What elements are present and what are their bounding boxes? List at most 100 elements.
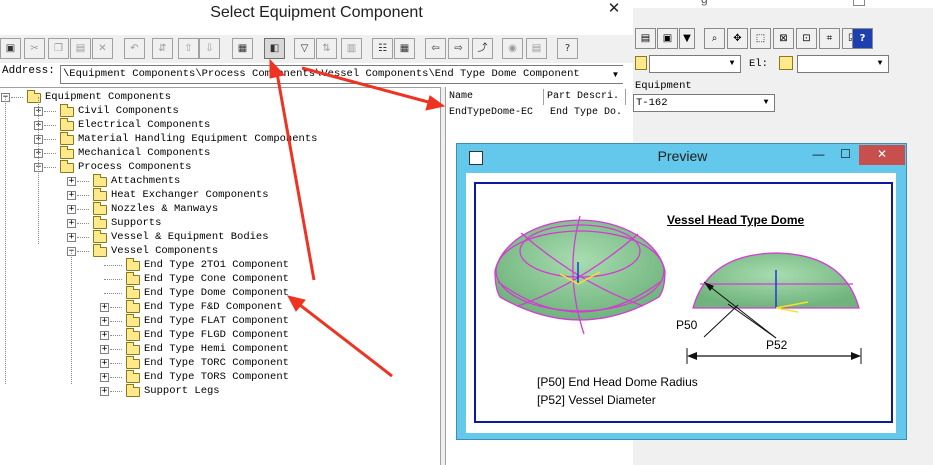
tree-item[interactable]: + End Type FLAT Component [0,314,440,328]
restore-icon[interactable] [853,0,865,6]
up-icon[interactable]: ⇧ [178,38,199,59]
chevron-down-icon[interactable]: ▼ [724,56,740,72]
tree-connector [110,307,122,308]
catalog-icon[interactable]: ◉ [502,38,523,59]
tree-item-label: End Type FLAT Component [144,315,289,327]
tree-item[interactable]: + Nozzles & Manways [0,202,440,216]
down-icon[interactable]: ⇩ [199,38,220,59]
tree-item[interactable]: + Vessel & Equipment Bodies [0,230,440,244]
folder-icon [126,258,140,271]
zoom-window-icon[interactable]: ⬚ [750,28,771,49]
chevron-down-icon[interactable]: ▼ [679,28,695,49]
notes-icon[interactable]: ▥ [341,38,362,59]
tree-item[interactable]: + Supports [0,216,440,230]
zoom-extents-icon[interactable]: ⊠ [773,28,794,49]
tree-item[interactable]: + Mechanical Components [0,146,440,160]
tree-item[interactable]: + Support Legs [0,384,440,398]
tree-item[interactable]: + Heat Exchanger Components [0,188,440,202]
address-field[interactable]: \Equipment Components\Process Components… [60,65,623,84]
expand-icon[interactable]: + [67,205,76,214]
chevron-down-icon[interactable]: ▼ [608,66,623,83]
tree-item[interactable]: − Vessel Components [0,244,440,258]
lock-icon[interactable] [779,56,793,70]
save-icon[interactable]: ▣ [0,38,21,59]
expand-icon[interactable]: + [67,177,76,186]
dialog-titlebar[interactable]: Select Equipment Component ✕ [0,0,633,30]
view-icon[interactable]: ▤ [635,28,656,49]
maximize-icon[interactable]: ☐ [832,145,859,165]
folder-icon [126,272,140,285]
column-header-name[interactable]: Name [446,89,544,105]
tree-item[interactable]: + End Type FLGD Component [0,328,440,342]
list-view-icon[interactable]: ☷ [372,38,393,59]
tree-item[interactable]: − Process Components [0,160,440,174]
back-icon[interactable]: ⇦ [425,38,446,59]
report-icon[interactable]: ▤ [526,38,547,59]
equipment-combo[interactable]: T-162 ▼ [633,94,775,112]
chevron-down-icon[interactable]: ▼ [872,56,888,72]
expand-icon[interactable]: + [67,219,76,228]
folder-icon [93,188,107,201]
help-icon[interactable]: ? [557,38,578,59]
expand-icon[interactable]: + [100,331,109,340]
expand-icon[interactable]: + [100,303,109,312]
tree-item[interactable]: + End Type TORC Component [0,356,440,370]
filter-combo[interactable]: ▼ [649,55,741,73]
tree-item[interactable]: End Type 2TO1 Component [0,258,440,272]
label-p52: P52 [766,338,788,352]
caption-p52: [P52] Vessel Diameter [537,393,656,407]
zoom-icon[interactable]: ⌕ [704,28,725,49]
forward-icon[interactable]: ⇨ [448,38,469,59]
tree-item[interactable]: + End Type Hemi Component [0,342,440,356]
tree-item[interactable]: + End Type F&D Component [0,300,440,314]
tree-item[interactable]: + Attachments [0,174,440,188]
list-item-name[interactable]: EndTypeDome-EC [449,106,533,120]
folder-icon [126,342,140,355]
expand-icon[interactable]: + [67,191,76,200]
tree-connector [11,97,23,98]
close-icon[interactable]: ✕ [595,0,633,20]
cut-icon[interactable]: ✂ [24,38,45,59]
folder-icon [93,230,107,243]
preview-icon[interactable]: ◧ [264,38,285,59]
expand-icon[interactable]: + [100,345,109,354]
component-tree[interactable]: − Equipment Components + Civil Components + E… [0,87,440,465]
tree-connector [44,139,56,140]
tree-item[interactable]: + End Type TORS Component [0,370,440,384]
tree-item[interactable]: − Equipment Components [0,90,440,104]
component-icon[interactable]: ▣ [657,28,678,49]
parent-folder-icon[interactable]: ⤴ [472,38,493,59]
lock-icon[interactable] [635,56,647,70]
expand-icon[interactable]: + [100,317,109,326]
move-icon[interactable]: ⇵ [152,38,173,59]
column-header-part-description[interactable]: Part Descri. [544,89,626,105]
expand-icon[interactable]: + [100,387,109,396]
properties-icon[interactable]: ▦ [232,38,253,59]
minimize-icon[interactable]: — [805,145,832,165]
expand-icon[interactable]: + [100,373,109,382]
close-icon[interactable]: ✕ [859,145,905,165]
list-item-description[interactable]: End Type Do. [550,106,622,120]
undo-icon[interactable]: ↶ [124,38,145,59]
tree-item[interactable]: + Material Handling Equipment Components [0,132,440,146]
fit-icon[interactable]: ⌗ [819,28,840,49]
tree-item[interactable]: + Civil Components [0,104,440,118]
paste-icon[interactable]: ▤ [70,38,91,59]
filter-icon[interactable]: ▽ [294,38,315,59]
expand-icon[interactable]: + [100,359,109,368]
copy-icon[interactable]: ❐ [48,38,69,59]
tree-connector [38,167,39,244]
zoom-fit-icon[interactable]: ⊡ [796,28,817,49]
tree-item[interactable]: End Type Cone Component [0,272,440,286]
details-view-icon[interactable]: ▦ [394,38,415,59]
pan-icon[interactable]: ✥ [727,28,748,49]
help-icon[interactable]: ? [852,28,873,49]
elevation-combo[interactable]: ▼ [797,55,889,73]
chevron-down-icon[interactable]: ▼ [758,95,774,111]
tree-item[interactable]: + Electrical Components [0,118,440,132]
tree-item-label: Equipment Components [45,91,172,103]
sort-icon[interactable]: ⇅ [316,38,337,59]
delete-icon[interactable]: ✕ [92,38,113,59]
tree-item[interactable]: End Type Dome Component [0,286,440,300]
expand-icon[interactable]: + [67,233,76,242]
